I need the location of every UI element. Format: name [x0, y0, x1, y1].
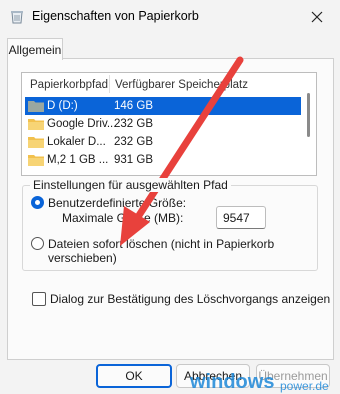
column-header-space[interactable]: Verfügbarer Speicherplatz: [115, 79, 248, 91]
row-space: 931 GB: [114, 154, 153, 166]
row-path: D (D:): [47, 100, 78, 112]
close-icon: [311, 11, 323, 23]
max-size-input[interactable]: 9547: [216, 206, 266, 229]
cancel-button[interactable]: Abbrechen: [176, 364, 250, 388]
tab-general[interactable]: Allgemein: [7, 38, 63, 60]
max-size-value: 9547: [223, 211, 250, 225]
settings-group-label: Einstellungen für ausgewählten Pfad: [30, 178, 231, 192]
tab-general-label: Allgemein: [8, 42, 62, 57]
cancel-button-label: Abbrechen: [183, 369, 243, 383]
apply-button-label: Übernehmen: [258, 369, 328, 383]
row-path: Google Driv...: [47, 118, 117, 130]
drive-folder-icon: [28, 101, 44, 112]
folder-icon: [28, 119, 44, 130]
ok-button[interactable]: OK: [96, 364, 172, 388]
list-header: Papierkorbpfad Verfügbarer Speicherplatz: [22, 73, 302, 95]
max-size-label: Maximale Größe (MB):: [62, 211, 184, 225]
recycle-bin-location-list[interactable]: Papierkorbpfad Verfügbarer Speicherplatz…: [21, 72, 317, 176]
delete-immediately-label-line2: verschieben): [48, 251, 117, 265]
row-space: 232 GB: [114, 136, 153, 148]
list-row[interactable]: Google Driv... 232 GB: [25, 115, 301, 133]
column-divider: [109, 75, 110, 93]
delete-immediately-radio[interactable]: [31, 237, 44, 250]
list-scrollbar[interactable]: [307, 93, 310, 137]
list-row[interactable]: D (D:) 146 GB: [25, 97, 301, 115]
window-title: Eigenschaften von Papierkorb: [32, 9, 199, 23]
row-space: 146 GB: [114, 100, 153, 112]
ok-button-label: OK: [125, 369, 143, 383]
close-button[interactable]: [294, 0, 340, 34]
delete-immediately-label: Dateien sofort löschen (nicht in Papierk…: [48, 237, 275, 251]
list-row[interactable]: M,2 1 GB ... 931 GB: [25, 151, 301, 169]
folder-icon: [28, 137, 44, 148]
folder-icon: [28, 155, 44, 166]
recycle-bin-icon: [11, 11, 23, 24]
apply-button[interactable]: Übernehmen: [256, 364, 330, 388]
confirm-delete-label: Dialog zur Bestätigung des Löschvorgangs…: [50, 292, 331, 306]
confirm-delete-checkbox[interactable]: [32, 292, 46, 306]
title-bar: Eigenschaften von Papierkorb: [0, 0, 340, 34]
row-path: Lokaler D...: [47, 136, 106, 148]
row-space: 232 GB: [114, 118, 153, 130]
custom-size-label: Benutzerdefinierte Größe:: [48, 196, 187, 210]
custom-size-radio[interactable]: [31, 196, 44, 209]
row-path: M,2 1 GB ...: [47, 154, 109, 166]
list-row[interactable]: Lokaler D... 232 GB: [25, 133, 301, 151]
column-header-path[interactable]: Papierkorbpfad: [30, 79, 108, 91]
